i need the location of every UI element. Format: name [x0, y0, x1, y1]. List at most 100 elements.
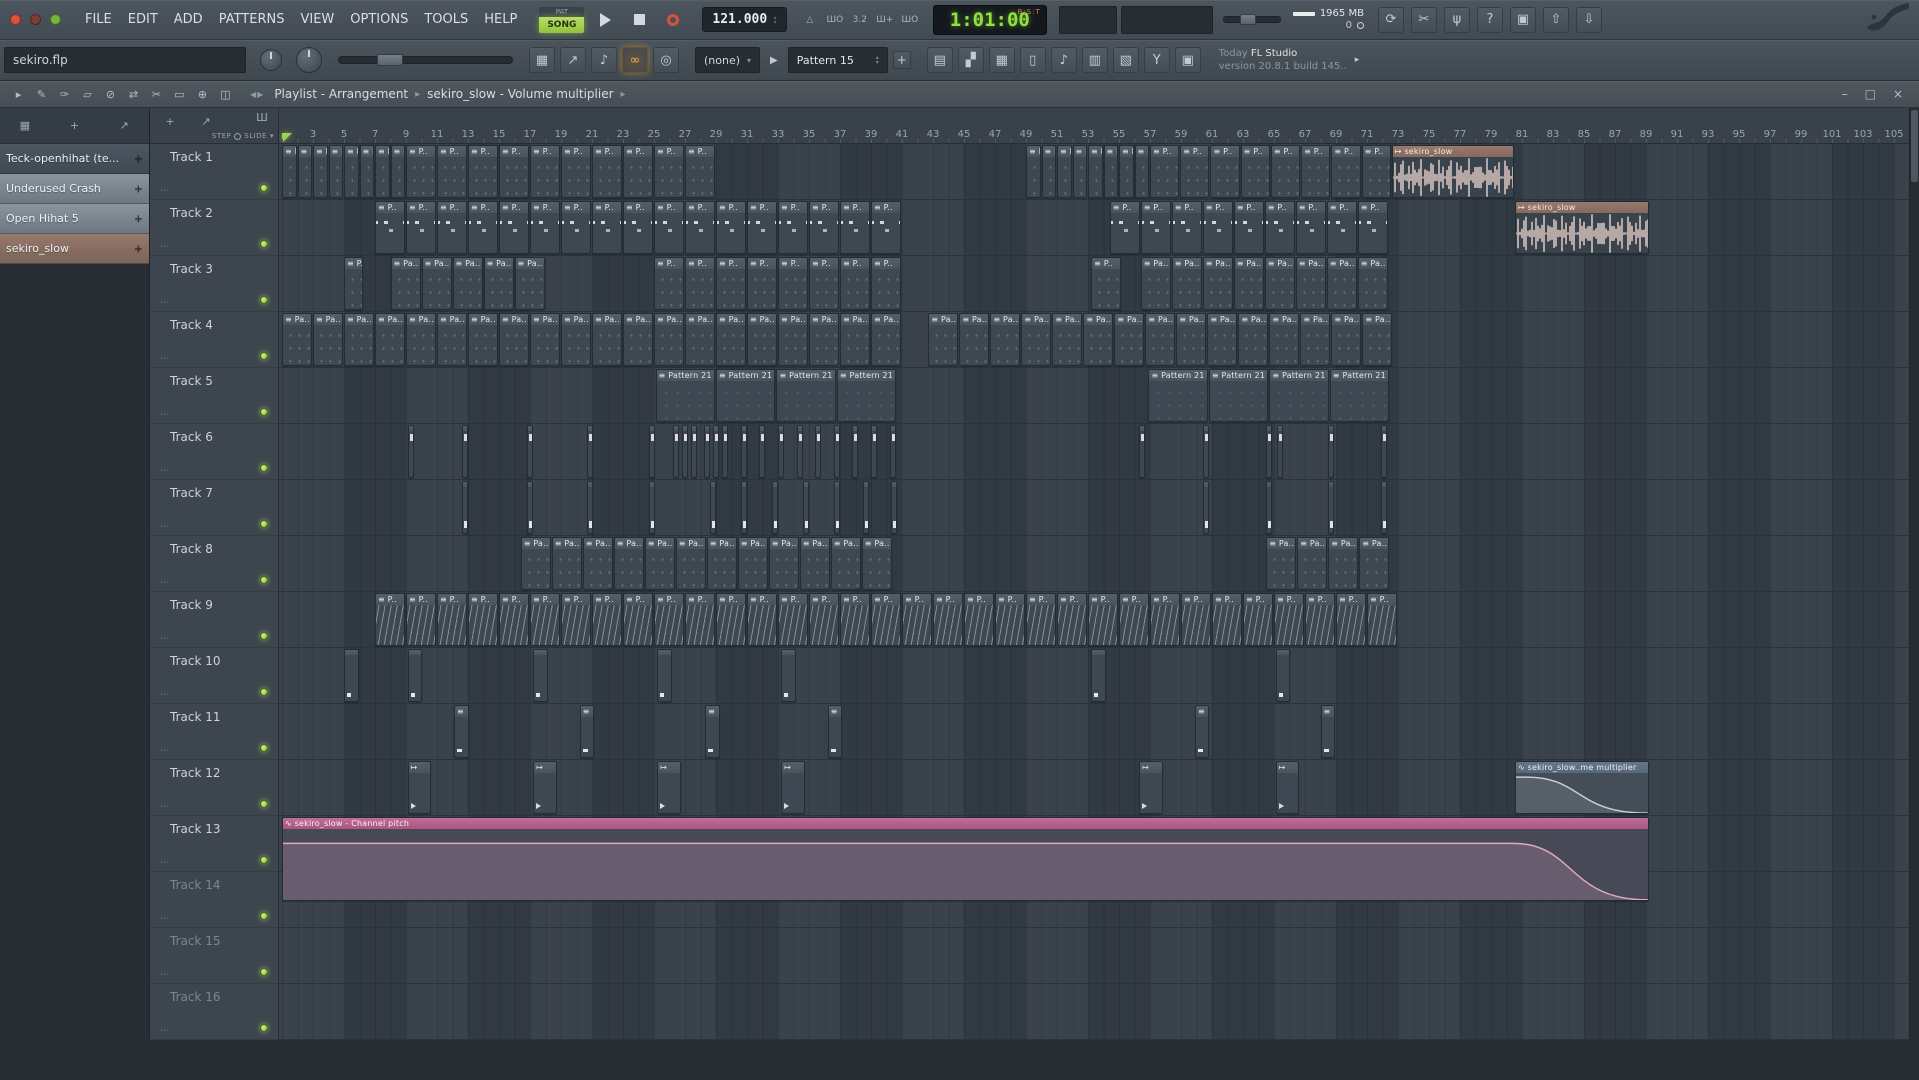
pattern-clip[interactable]: ≡ Pa.. — [706, 537, 737, 590]
pattern-clip[interactable]: ≡ P.. — [623, 593, 653, 646]
shuffle-slider-thumb[interactable] — [377, 54, 403, 66]
picker-item[interactable]: Open Hihat 5 + — [0, 204, 149, 234]
track-name[interactable]: Track 6 — [170, 430, 213, 444]
pattern-clip[interactable] — [740, 425, 747, 478]
main-volume-slider[interactable] — [1222, 14, 1281, 25]
close-circle[interactable] — [10, 14, 21, 25]
mic-icon[interactable]: ψ — [1443, 6, 1470, 33]
pattern-clip[interactable]: ≡ Pa.. — [297, 145, 312, 198]
pattern-clip[interactable]: ≡ Pa.. — [375, 145, 390, 198]
pattern-clip[interactable]: ≡ Pa.. — [1331, 313, 1362, 366]
pattern-clip[interactable]: ≡ Pa.. — [499, 313, 529, 366]
shuffle-slider[interactable] — [338, 54, 513, 66]
step-seq-view-icon[interactable]: ▞ — [957, 47, 984, 73]
play-button[interactable] — [592, 7, 618, 33]
pattern-clip[interactable]: ≡ Pa.. — [685, 313, 715, 366]
picker-move-icon[interactable]: + — [64, 117, 84, 135]
pattern-clip[interactable] — [1266, 481, 1273, 534]
track-menu-dots[interactable]: ⋯ — [160, 466, 170, 476]
pattern-clip[interactable]: ≡ Pa.. — [613, 537, 644, 590]
picker-link-icon[interactable]: ↗ — [114, 117, 134, 135]
track-menu-dots[interactable]: ⋯ — [160, 970, 170, 980]
pattern-clip[interactable]: ≡ Pa.. — [1176, 313, 1207, 366]
pan-knob[interactable] — [260, 49, 282, 71]
track-led[interactable] — [260, 968, 268, 976]
pattern-clip[interactable]: ≡ Pa.. — [1052, 313, 1083, 366]
pattern-clip[interactable]: ≡ Pa.. — [1264, 257, 1295, 310]
picker-content-icon[interactable]: ▦ — [15, 117, 35, 135]
track-menu-dots[interactable]: ⋯ — [160, 186, 170, 196]
slice-tool[interactable]: ✂ — [146, 84, 167, 105]
pattern-clip[interactable] — [712, 425, 719, 478]
audio-clip[interactable]: ↦ sekiro_slow — [1515, 201, 1649, 254]
pattern-clip[interactable]: ≡ P.. — [1088, 593, 1118, 646]
track-led[interactable] — [260, 632, 268, 640]
track-menu-dots[interactable]: ⋯ — [160, 914, 170, 924]
pattern-clip[interactable]: ≡ Pa.. — [1207, 313, 1238, 366]
pattern-clip[interactable]: ≡ Pa.. — [1269, 313, 1300, 366]
pattern-clip[interactable] — [771, 481, 778, 534]
pattern-clip[interactable]: ≡ P.. — [778, 201, 808, 254]
pattern-clip[interactable]: ≡ Pa.. — [928, 313, 959, 366]
pattern-clip[interactable]: ≡ — [1320, 705, 1335, 758]
paint-tool[interactable]: ✑ — [54, 84, 75, 105]
pattern-clip[interactable]: ≡ Pa.. — [778, 313, 808, 366]
pattern-clip[interactable] — [672, 425, 679, 478]
draw-tool[interactable]: ✎ — [31, 84, 52, 105]
pattern-clip[interactable]: ≡ Pa.. — [830, 537, 861, 590]
pattern-clip[interactable] — [889, 425, 896, 478]
track-header[interactable]: Track 9 ⋯ — [150, 592, 278, 648]
pattern-clip[interactable] — [833, 425, 840, 478]
pattern-clip[interactable]: ≡ P.. — [1140, 201, 1171, 254]
pattern-clip[interactable]: ≡ Pa.. — [747, 313, 777, 366]
pattern-clip[interactable]: ≡ Pa.. — [716, 313, 746, 366]
pattern-clip[interactable]: ≡ P.. — [1171, 201, 1202, 254]
pattern-clip[interactable]: ≡ Pa.. — [344, 313, 374, 366]
pattern-clip[interactable]: ↦ — [657, 761, 681, 814]
track-menu-dots[interactable]: ⋯ — [160, 634, 170, 644]
pattern-clip[interactable]: ≡ P.. — [1243, 593, 1273, 646]
track-name[interactable]: Track 10 — [170, 654, 220, 668]
track-header[interactable]: Track 12 ⋯ — [150, 760, 278, 816]
pattern-clip[interactable] — [461, 481, 468, 534]
wait-input-toggle[interactable]: ШО — [824, 9, 846, 31]
piano-roll-icon[interactable]: ▯ — [1019, 47, 1046, 73]
pattern-clip[interactable]: ≡ Pattern 21 — [1269, 369, 1329, 422]
track-name[interactable]: Track 11 — [170, 710, 220, 724]
pattern-clip[interactable]: ≡ Pa.. — [644, 537, 675, 590]
audio-clip[interactable]: ↦ sekiro_slow — [1391, 145, 1515, 198]
pattern-clip[interactable]: ≡ P.. — [840, 201, 870, 254]
pattern-clip[interactable] — [891, 481, 898, 534]
help-icon[interactable]: ? — [1476, 6, 1503, 33]
pattern-clip[interactable]: ≡ Pa.. — [840, 313, 870, 366]
pattern-clip[interactable] — [461, 425, 468, 478]
pattern-clip[interactable]: ≡ P.. — [809, 257, 839, 310]
track-header[interactable]: Track 3 ⋯ — [150, 256, 278, 312]
track-name[interactable]: Track 7 — [170, 486, 213, 500]
pattern-clip[interactable]: ≡ P.. — [685, 145, 715, 198]
pattern-clip[interactable]: ≡ P.. — [592, 145, 622, 198]
track-header[interactable]: Track 8 ⋯ — [150, 536, 278, 592]
picker-item[interactable]: Teck-openhihat (te... + — [0, 144, 149, 174]
pattern-clip[interactable]: ≡ Pa.. — [1103, 145, 1118, 198]
pattern-clip[interactable]: ≡ P.. — [468, 593, 498, 646]
link-icon[interactable]: ↗ — [196, 112, 216, 130]
track-led[interactable] — [260, 744, 268, 752]
pattern-clip[interactable]: ≡ P.. — [747, 593, 777, 646]
pattern-clip[interactable]: ≡ P.. — [1367, 593, 1397, 646]
pattern-clip[interactable]: ≡ P.. — [778, 257, 808, 310]
track-header[interactable]: Track 13 ⋯ — [150, 816, 278, 872]
pattern-clip[interactable] — [407, 649, 423, 702]
maximize-button[interactable]: □ — [1865, 87, 1876, 101]
pattern-clip[interactable]: ≡ Pa.. — [809, 313, 839, 366]
pattern-clip[interactable]: ≡ Pa.. — [1362, 313, 1393, 366]
picker-item[interactable]: Underused Crash + — [0, 174, 149, 204]
pattern-clip[interactable]: ≡ P.. — [437, 201, 467, 254]
pattern-clip[interactable]: ≡ P.. — [716, 201, 746, 254]
slip-tool[interactable]: ⇄ — [123, 84, 144, 105]
track-header[interactable]: Track 6 ⋯ — [150, 424, 278, 480]
pattern-clip[interactable]: ≡ P.. — [530, 201, 560, 254]
pattern-clip[interactable] — [703, 425, 710, 478]
focus-selector[interactable]: (none) ▾ — [695, 47, 761, 73]
pattern-clip[interactable]: ≡ P.. — [561, 201, 591, 254]
